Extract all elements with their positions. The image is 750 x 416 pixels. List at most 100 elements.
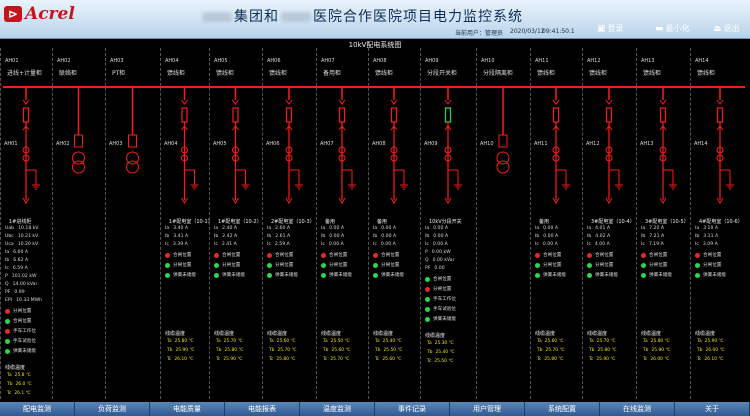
cabinet-panel-ah06[interactable]: AH06 馈线柜 AH06 2#配电室（10-3） Ia 2.60 A Ib 2.61 A Ic… [262,48,317,399]
status-label: 弹簧未储能 [543,273,566,278]
measurement-value: 0.99 [14,290,25,295]
temperature-row: Tc 25.70 ℃ [323,357,349,362]
temperature-row: Ta 25.60 ℃ [537,339,564,344]
measurement-value: 6.62 A [13,258,29,263]
green-status-lamp-icon [425,306,430,312]
temperature-row: Tc 26.10 ℃ [697,357,723,362]
temperature-value: 25.60 ℃ [276,339,296,344]
measurement-row: Ib 4.02 A [587,234,610,239]
status-indicator: 合闸位置 [5,318,31,324]
temperature-row: Tb 25.70 ℃ [537,348,564,353]
status-label: 合闸位置 [13,319,32,324]
measurement-row: EPI 10.33 MWh [5,298,42,303]
green-status-lamp-icon [695,272,700,278]
cabinet-code: AH03 [110,58,124,64]
temperature-value: 26.10 ℃ [174,357,194,362]
cabinet-panel-ah01[interactable]: AH01 进线+计量柜 AH01 1#进线柜 Uab 10.18 kV Ubc 10.21 k… [0,48,53,399]
toolbar-button-5[interactable]: 温度监测 [300,402,375,416]
green-status-lamp-icon [425,316,430,322]
cabinet-panel-ah11[interactable]: AH11 馈线柜 AH11 备用 Ia 0.00 A Ib 0.00 A Ic 0.00 A 合闸位… [530,48,583,399]
measurement-key: Ib [214,234,219,239]
temperature-row: Tc 26.00 ℃ [643,357,669,362]
green-status-lamp-icon [5,348,10,354]
red-status-lamp-icon [214,252,219,258]
toolbar-button-1[interactable]: 配电监测 [0,402,75,416]
temperature-value: 25.50 ℃ [434,359,454,364]
measurement-row: Ib 0.00 A [425,234,448,239]
measurement-key: Ic [5,266,9,271]
cabinet-code: AH07 [321,58,335,64]
measurement-value: 2.41 A [221,242,237,247]
temperature-key: Tc [427,359,432,364]
toolbar-button-6[interactable]: 事件记录 [375,402,450,416]
measurement-key: Ia [535,226,540,231]
measurement-value: 10.18 kV [18,226,39,231]
green-status-lamp-icon [5,338,10,344]
cabinet-panel-ah12[interactable]: AH12 馈线柜 AH12 3#配电室（10-4） Ia 4.01 A Ib 4.02 A Ic… [582,48,637,399]
temperature-value: 25.30 ℃ [434,341,454,346]
cabinet-panel-ah09[interactable]: AH09 分段开关柜 AH09 10kV分段开关 Ia 0.00 A Ib 0.00 A Ic 0… [420,48,477,399]
temperature-key: Tc [167,357,172,362]
temperature-value: 25.80 ℃ [174,339,194,344]
cabinet-panel-ah02[interactable]: AH02 联络柜 AH02 [52,48,106,399]
temperature-row: Tc 25.80 ℃ [269,357,295,362]
cabinet-code: AH13 [641,58,655,64]
measurement-row: Ic 3.09 A [695,242,718,247]
temperature-row: Ta 25.40 ℃ [375,339,402,344]
measurement-value: 2.60 A [275,226,291,231]
temperature-value: 25.70 ℃ [223,339,243,344]
measurement-value: 0.00 A [543,226,559,231]
cabinet-name: 馈线柜 [589,70,608,77]
cabinet-name: 馈线柜 [269,70,288,77]
status-indicator: 分闸位置 [641,262,667,268]
measurement-value: 4.00 A [594,242,610,247]
temperature-row: Tb 25.40 ℃ [427,350,454,355]
temperature-key: Ta [269,339,274,344]
status-indicator: 手车工作位 [5,328,36,334]
measurement-key: Ic [535,242,539,247]
cabinet-name: 馈线柜 [167,70,186,77]
circuit-title: 备用 [377,219,388,225]
status-label: 分闸位置 [173,263,192,268]
toolbar-button-4[interactable]: 电能报表 [225,402,300,416]
temperature-value: 25.40 ℃ [382,339,402,344]
green-status-lamp-icon [695,262,700,268]
cabinet-panel-ah10[interactable]: AH10 分段隔离柜 AH10 [476,48,531,399]
status-label: 分闸位置 [543,263,562,268]
toolbar-button-9[interactable]: 在线监测 [600,402,675,416]
measurement-value: 0.00 A [381,226,397,231]
circuit-title: 3#配电室（10-5） [645,219,689,225]
measurement-value: 2.40 A [222,226,238,231]
toolbar-button-8[interactable]: 系统配置 [525,402,600,416]
temperature-row: Tc 26.1 ℃ [7,391,30,396]
temperature-title: 线缆温度 [267,331,288,337]
cabinet-sub-code: AH10 [480,141,494,147]
cabinet-panel-ah07[interactable]: AH07 备用柜 AH07 备用 Ia 0.00 A Ib 0.00 A Ic 0.00 A 合闸位… [316,48,369,399]
measurement-value: 3.40 A [173,226,189,231]
toolbar-button-10[interactable]: 关于 [675,402,750,416]
status-indicator: 弹簧未储能 [695,272,726,278]
measurement-value: 7.20 A [649,226,665,231]
circuit-title: 备用 [325,219,336,225]
status-indicator: 合闸位置 [641,252,667,258]
status-indicator: 弹簧未储能 [267,272,298,278]
toolbar-button-2[interactable]: 负荷监测 [75,402,150,416]
temperature-key: Tc [375,357,380,362]
cabinet-panel-ah08[interactable]: AH08 馈线柜 AH08 备用 Ia 0.00 A Ib 0.00 A Ic 0.00 A 合闸位… [368,48,421,399]
cabinet-name: 分段开关柜 [427,70,458,77]
green-status-lamp-icon [165,272,170,278]
toolbar-button-7[interactable]: 用户管理 [450,402,525,416]
temperature-row: Tb 25.50 ℃ [375,348,402,353]
measurement-key: Ic [587,242,591,247]
temperature-key: Tc [323,357,328,362]
temperature-key: Tc [643,357,648,362]
measurement-key: PF [5,290,11,295]
toolbar-button-3[interactable]: 电能质量 [150,402,225,416]
cabinet-panel-ah05[interactable]: AH05 馈线柜 AH05 1#配电室（10-2） Ia 2.40 A Ib 2.42 A Ic… [209,48,263,399]
cabinet-panel-ah14[interactable]: AH14 馈线柜 AH14 4#配电室（10-6） Ia 3.10 A Ib 3.11 A Ic… [690,48,750,399]
cabinet-sub-code: AH06 [266,141,280,147]
cabinet-panel-ah13[interactable]: AH13 馈线柜 AH13 3#配电室（10-5） Ia 7.20 A Ib 7.21 A Ic… [636,48,691,399]
cabinet-panel-ah03[interactable]: AH03 PT柜 AH03 [105,48,161,399]
cabinet-name: 馈线柜 [537,70,556,77]
cabinet-panel-ah04[interactable]: AH04 馈线柜 AH04 1#配电室（10-1） Ia 3.40 A Ib 3.41 A Ic… [160,48,213,399]
